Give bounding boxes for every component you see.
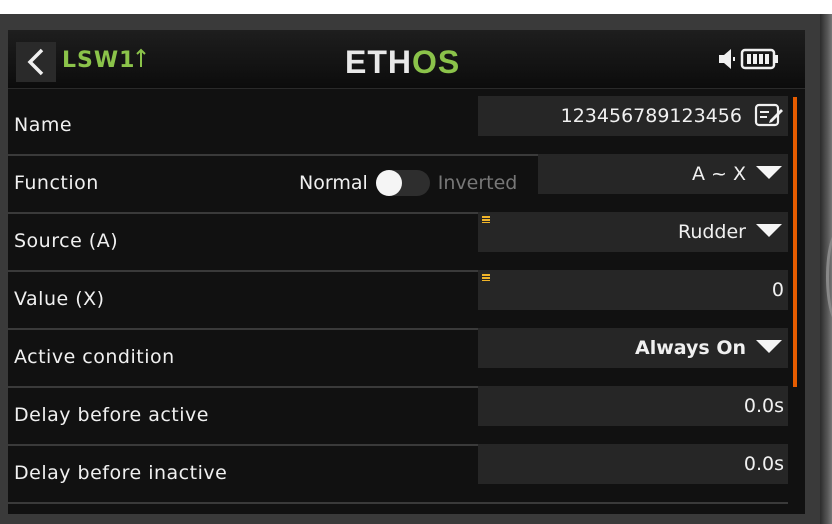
switch-edge-icon — [136, 48, 147, 67]
delay-active-label: Delay before active — [14, 404, 209, 426]
battery-icon[interactable] — [740, 48, 780, 70]
row-name: Name 123456789123456 — [8, 96, 788, 156]
delay-inactive-field[interactable]: 0.0s — [478, 444, 788, 484]
active-condition-dropdown[interactable]: Always On — [478, 328, 788, 368]
ethos-logo: ETHOS — [345, 44, 460, 81]
row-function: Function Normal Inverted A ~ X — [8, 154, 788, 214]
logo-part-eth: ETH — [345, 44, 412, 80]
active-condition-value: Always On — [635, 337, 746, 359]
function-dropdown[interactable]: A ~ X — [538, 154, 788, 194]
active-condition-label: Active condition — [14, 346, 175, 368]
row-value: Value (X) 0 — [8, 270, 788, 330]
row-delay-inactive: Delay before inactive 0.0s — [8, 444, 788, 504]
function-value: A ~ X — [691, 163, 746, 185]
name-value: 123456789123456 — [560, 105, 742, 127]
dropdown-arrow-icon — [756, 340, 782, 353]
row-source: Source (A) Rudder — [8, 212, 788, 272]
value-field[interactable]: 0 — [478, 270, 788, 310]
toggle-inverted-label: Inverted — [437, 172, 518, 194]
source-label: Source (A) — [14, 230, 119, 252]
radio-screen: LSW1 ETHOS Name 123456789123456 Function… — [8, 30, 805, 514]
delay-active-value: 0.0s — [743, 395, 784, 417]
value-value: 0 — [771, 279, 784, 301]
toggle-knob — [375, 170, 402, 196]
dropdown-arrow-icon — [756, 224, 782, 237]
status-icons — [718, 48, 780, 70]
source-marker-icon — [482, 216, 490, 223]
normal-inverted-toggle[interactable]: Normal Inverted — [299, 154, 517, 212]
source-value: Rudder — [677, 221, 746, 243]
page-title-text: LSW1 — [62, 48, 136, 73]
source-dropdown[interactable]: Rudder — [478, 212, 788, 252]
value-marker-icon — [482, 274, 490, 281]
device-side-decoration — [820, 14, 832, 524]
delay-inactive-value: 0.0s — [743, 453, 784, 475]
back-arrow-icon — [27, 48, 44, 76]
delay-inactive-label: Delay before inactive — [14, 462, 228, 484]
edit-icon — [754, 103, 783, 126]
row-delay-active: Delay before active 0.0s — [8, 386, 788, 446]
value-label: Value (X) — [14, 288, 105, 310]
logo-part-os: OS — [412, 44, 461, 80]
dropdown-arrow-icon — [756, 166, 782, 179]
row-active-condition: Active condition Always On — [8, 328, 788, 388]
function-label: Function — [14, 172, 99, 194]
back-button[interactable] — [16, 42, 56, 82]
delay-active-field[interactable]: 0.0s — [478, 386, 788, 426]
speaker-icon[interactable] — [718, 48, 736, 70]
name-label: Name — [14, 114, 73, 136]
scroll-indicator[interactable] — [793, 97, 797, 387]
name-field[interactable]: 123456789123456 — [478, 96, 788, 136]
page-title: LSW1 — [62, 48, 147, 73]
toggle-normal-label: Normal — [299, 172, 368, 194]
toggle-switch[interactable] — [375, 170, 430, 196]
header-bar: LSW1 ETHOS — [8, 30, 805, 89]
